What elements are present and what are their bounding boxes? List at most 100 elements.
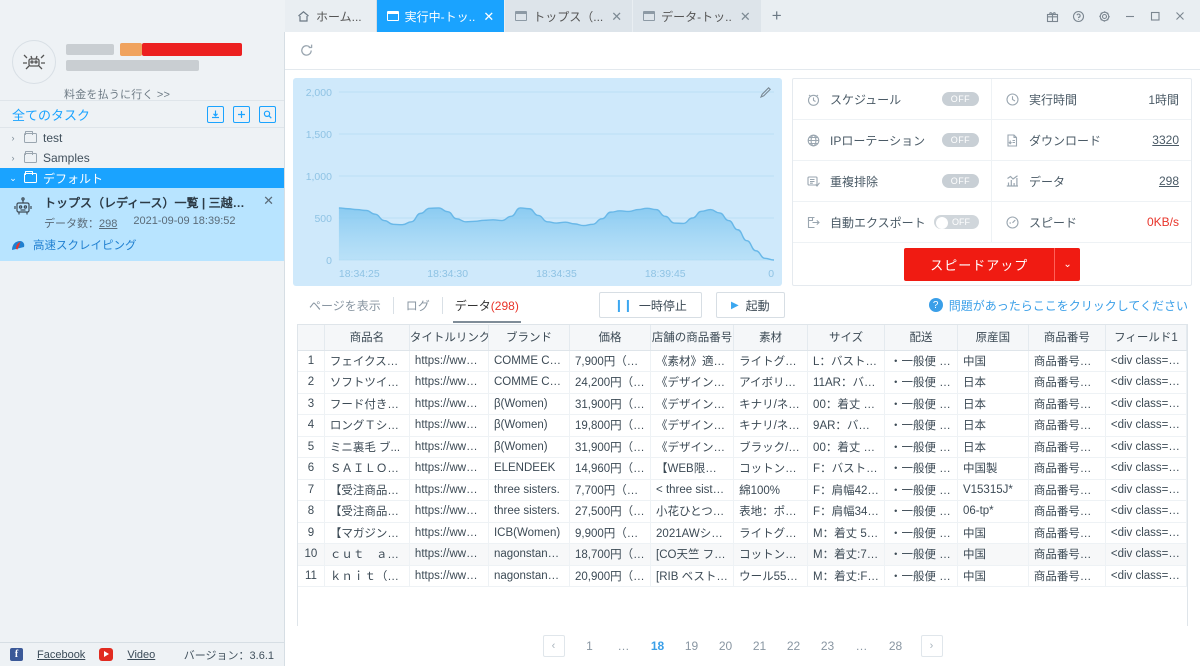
- info-value[interactable]: 298: [1159, 174, 1179, 188]
- cell-1[interactable]: https://www.mi...: [409, 457, 489, 480]
- info-row-2-right[interactable]: データ 298: [992, 161, 1191, 202]
- tab-close-icon[interactable]: ✕: [611, 10, 622, 23]
- cell-3[interactable]: 19,800円（税...: [569, 414, 652, 437]
- cell-5[interactable]: ライトグレー...: [733, 522, 809, 544]
- settings-icon[interactable]: [1098, 10, 1111, 23]
- cell-4[interactable]: 《デザイン》...: [650, 393, 735, 415]
- cell-4[interactable]: 《デザイン》...: [650, 436, 735, 458]
- cell-2[interactable]: ICB(Women): [488, 522, 570, 544]
- cell-4[interactable]: [RIB ベスト]ア...: [650, 565, 735, 587]
- status-badge[interactable]: OFF: [941, 174, 979, 188]
- info-row-3-right[interactable]: スピード 0KB/s: [992, 202, 1191, 243]
- maximize-button[interactable]: [1149, 10, 1161, 22]
- close-button[interactable]: [1174, 10, 1186, 22]
- cell-8[interactable]: 中国: [957, 522, 1029, 544]
- tab-2[interactable]: トップス（... ✕: [505, 0, 634, 32]
- cell-7[interactable]: ・一般便 ・配...: [884, 414, 958, 437]
- column-header-6[interactable]: サイズ: [807, 325, 886, 351]
- cell-10[interactable]: <div class="pr...: [1105, 414, 1187, 437]
- start-button[interactable]: ▶ 起動: [715, 292, 785, 318]
- table-row[interactable]: 11ｋｎｉｔ（４...https://www.mi...nagonstans(W…: [298, 565, 1187, 587]
- cell-7[interactable]: ・一般便 ・配...: [884, 543, 958, 566]
- cell-0[interactable]: ソフトツイル...: [324, 371, 410, 394]
- cell-2[interactable]: COMME CA(W...: [488, 371, 570, 394]
- column-header-1[interactable]: タイトルリンク: [409, 325, 489, 351]
- table-row[interactable]: 9【マガジン掲...https://www.mi...ICB(Women)9,9…: [298, 522, 1187, 544]
- cell-3[interactable]: 31,900円（税...: [569, 393, 652, 415]
- pay-link[interactable]: 料金を払うに行く >>: [12, 86, 274, 102]
- table-row[interactable]: 2ソフトツイル...https://www.mi...COMME CA(W...…: [298, 371, 1187, 394]
- cell-9[interactable]: 商品番号：80-...: [1028, 393, 1106, 415]
- cell-10[interactable]: <div class="pr...: [1105, 479, 1187, 501]
- cell-10[interactable]: <div class="pr...: [1105, 371, 1187, 394]
- cell-9[interactable]: 商品番号：80-...: [1028, 371, 1106, 394]
- cell-4[interactable]: 2021AWシンプ...: [650, 522, 735, 544]
- cell-2[interactable]: ELENDEEK: [488, 457, 570, 480]
- task-close-icon[interactable]: ✕: [259, 194, 274, 231]
- cell-3[interactable]: 9,900円（税込...: [569, 522, 652, 544]
- cell-8[interactable]: 中国: [957, 543, 1029, 566]
- cell-7[interactable]: ・一般便 ・配...: [884, 565, 958, 587]
- page-19[interactable]: 19: [675, 639, 709, 653]
- cell-2[interactable]: COMME CA IS...: [488, 350, 570, 372]
- cell-2[interactable]: β(Women): [488, 436, 570, 458]
- cell-3[interactable]: 7,900円（税込...: [569, 350, 652, 372]
- cell-10[interactable]: <div class="pr...: [1105, 522, 1187, 544]
- minimize-button[interactable]: [1124, 10, 1136, 22]
- cell-3[interactable]: 7,700円（税込...: [569, 479, 652, 501]
- cell-1[interactable]: https://www.mi...: [409, 350, 489, 372]
- cell-2[interactable]: nagonstans(W...: [488, 565, 570, 587]
- cell-2[interactable]: β(Women): [488, 414, 570, 437]
- cell-10[interactable]: <div class="pr...: [1105, 543, 1187, 566]
- help-hint[interactable]: ? 問題があったらここをクリックしてください: [928, 297, 1188, 314]
- cell-2[interactable]: three sisters.: [488, 500, 570, 523]
- tab-show-page[interactable]: ページを表示: [297, 296, 394, 314]
- table-row[interactable]: 4ロングＴシャ...https://www.mi...β(Women)19,80…: [298, 414, 1187, 437]
- tab-data[interactable]: データ(298): [443, 297, 531, 323]
- cell-1[interactable]: https://www.mi...: [409, 414, 489, 437]
- cell-7[interactable]: ・一般便 ・配...: [884, 500, 958, 523]
- prev-page-button[interactable]: ‹: [542, 635, 565, 657]
- cell-1[interactable]: https://www.mi...: [409, 500, 489, 523]
- column-header-2[interactable]: ブランド: [488, 325, 570, 351]
- cell-9[interactable]: 商品番号：10-...: [1028, 500, 1106, 523]
- cell-1[interactable]: https://www.mi...: [409, 522, 489, 544]
- info-row-0-right[interactable]: 実行時間 1時間: [992, 79, 1191, 120]
- cell-1[interactable]: https://www.mi...: [409, 371, 489, 394]
- cell-10[interactable]: <div class="pr...: [1105, 457, 1187, 480]
- help-icon[interactable]: [1072, 10, 1085, 23]
- cell-6[interactable]: F：肩幅42cm...: [807, 479, 886, 501]
- cell-10[interactable]: <div class="pr...: [1105, 393, 1187, 415]
- speedup-button[interactable]: スピードアップ ⌄: [904, 247, 1080, 281]
- info-row-3-left[interactable]: 自動エクスポート OFF: [793, 202, 992, 243]
- video-icon[interactable]: [99, 648, 114, 661]
- cell-3[interactable]: 31,900円（税...: [569, 436, 652, 458]
- cell-0[interactable]: ｋｎｉｔ（４...: [324, 565, 410, 587]
- cell-3[interactable]: 24,200円（税...: [569, 371, 652, 394]
- cell-2[interactable]: β(Women): [488, 393, 570, 415]
- cell-6[interactable]: M：着丈:70/75...: [807, 543, 886, 566]
- cell-7[interactable]: ・一般便 ・配...: [884, 393, 958, 415]
- chevron-icon[interactable]: ›: [8, 153, 18, 163]
- cell-9[interactable]: 商品番号：80-...: [1028, 414, 1106, 437]
- toggle-switch[interactable]: OFF: [934, 215, 979, 229]
- page-22[interactable]: 22: [777, 639, 811, 653]
- page-1[interactable]: 1: [573, 639, 607, 653]
- cell-9[interactable]: 商品番号：80-...: [1028, 543, 1106, 566]
- cell-0[interactable]: 【受注商品１...: [324, 479, 410, 501]
- import-task-icon[interactable]: [207, 105, 224, 123]
- cell-2[interactable]: nagonstans(W...: [488, 543, 570, 566]
- tab-3[interactable]: データ-トッ.. ✕: [633, 0, 762, 32]
- cell-6[interactable]: 00：着丈 75c...: [807, 436, 886, 458]
- cell-4[interactable]: 小花ひとつひ...: [650, 500, 735, 523]
- table-row[interactable]: 10ｃｕｔ ａｎ...https://www.mi...nagonstans(W…: [298, 543, 1187, 566]
- table-row[interactable]: 8【受注商品１...https://www.mi...three sisters…: [298, 500, 1187, 523]
- cell-4[interactable]: 《デザイン》...: [650, 414, 735, 437]
- cell-8[interactable]: 日本: [957, 393, 1029, 415]
- tab-1[interactable]: 実行中-トッ.. ✕: [376, 0, 506, 32]
- column-header-10[interactable]: フィールド1: [1105, 325, 1187, 351]
- table-row[interactable]: 7【受注商品１...https://www.mi...three sisters…: [298, 479, 1187, 501]
- status-badge[interactable]: OFF: [941, 133, 979, 147]
- chevron-down-icon[interactable]: ⌄: [1054, 247, 1079, 281]
- info-value[interactable]: 3320: [1152, 133, 1179, 147]
